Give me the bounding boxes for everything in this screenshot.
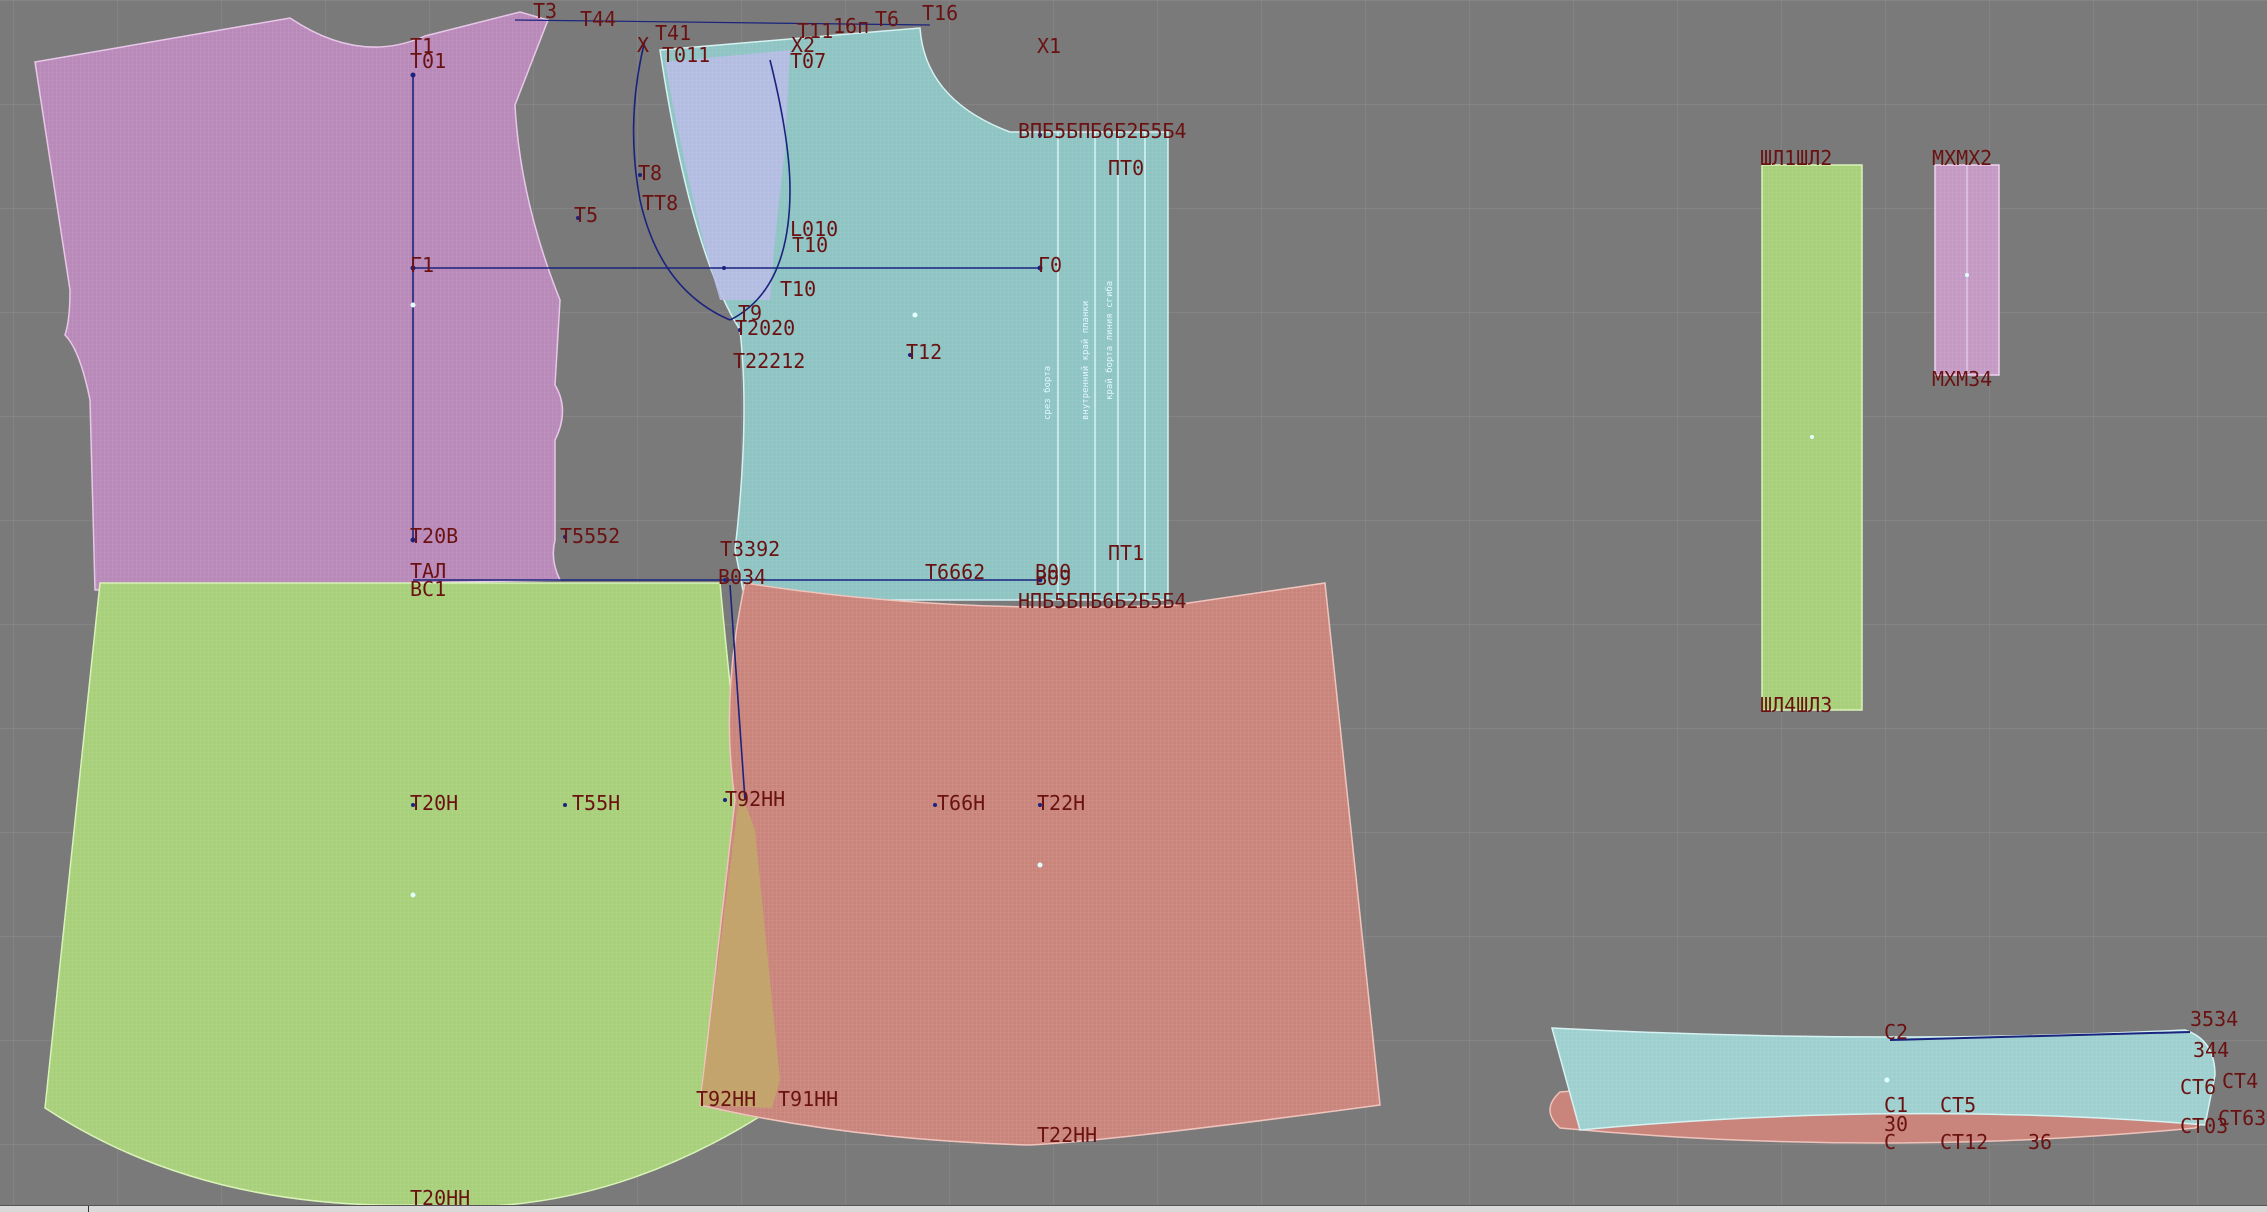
label-t91nn: T91HH <box>778 1087 838 1111</box>
label-t92nn: T92HH <box>696 1087 756 1111</box>
fold-line-note: край борта линия сгиба <box>1104 281 1115 400</box>
label-c: C <box>1884 1130 1896 1154</box>
label-t55n: T55H <box>572 791 620 815</box>
label-t07: T07 <box>790 49 826 73</box>
label-x1: X1 <box>1037 34 1061 58</box>
label-x-a: X <box>637 33 649 57</box>
label-t5: T5 <box>574 203 598 227</box>
label-ct12: CT12 <box>1940 1130 1988 1154</box>
label-t22n: T22H <box>1037 791 1085 815</box>
label-t8: T8 <box>638 161 662 185</box>
label-vs1: ВС1 <box>410 577 446 601</box>
label-c36: 36 <box>2028 1130 2052 1154</box>
label-vo9: ВО9 <box>1035 566 1071 590</box>
label-shl12: ШЛ1ШЛ2 <box>1760 146 1832 170</box>
label-t20n: T20H <box>410 791 458 815</box>
label-t3: T3 <box>533 0 557 23</box>
label-mx12: МХМХ2 <box>1932 146 1992 170</box>
label-c2: C2 <box>1884 1020 1908 1044</box>
label-t222: T22212 <box>733 349 805 373</box>
label-c3534: 3534 <box>2190 1007 2238 1031</box>
label-v0: В034 <box>718 565 766 589</box>
label-t66n: T66H <box>937 791 985 815</box>
label-ct4: CТ4 <box>2222 1069 2258 1093</box>
label-t20v: T20B <box>410 524 458 548</box>
label-t92n: T92HH <box>725 787 785 811</box>
label-t44: T44 <box>580 7 616 31</box>
label-16p: 16п <box>833 14 869 38</box>
label-t01: T01 <box>410 49 446 73</box>
label-ct03: CТ03 <box>2180 1114 2228 1138</box>
belt-loop-piece[interactable] <box>1761 164 1863 711</box>
label-mx34: МХМ34 <box>1932 367 1992 391</box>
label-ct5: CT5 <box>1940 1093 1976 1117</box>
label-t392: T3392 <box>720 537 780 561</box>
pattern-canvas[interactable]: срез борта внутренний край планки край б… <box>0 0 2267 1211</box>
label-t662: T6662 <box>925 560 985 584</box>
label-t6: T6 <box>875 7 899 31</box>
label-g1: Г1 <box>410 253 434 277</box>
placket-note: внутренний край планки <box>1081 301 1091 420</box>
label-np-cluster: НПБ5БПБ6Б2Б5Б4 <box>1018 589 1187 613</box>
label-pt1: ПТ1 <box>1108 541 1144 565</box>
bodice-edge-note: срез борта <box>1042 366 1053 420</box>
label-ct6: CТ6 <box>2180 1075 2216 1099</box>
label-t41: T41 <box>655 21 691 45</box>
label-t011: T011 <box>662 43 710 67</box>
label-vp-cluster: ВПБ5БПБ6Б2Б5Б4 <box>1018 119 1187 143</box>
label-c344: З44 <box>2193 1038 2229 1062</box>
label-tt8: ТТ8 <box>642 191 678 215</box>
back-bodice-piece[interactable] <box>34 11 564 591</box>
label-t20-cluster: T2020 <box>735 316 795 340</box>
label-t552: T5552 <box>560 524 620 548</box>
label-t12: T12 <box>906 340 942 364</box>
strap-piece[interactable] <box>1934 164 2000 376</box>
label-t10b: T10 <box>780 277 816 301</box>
label-g0: Г0 <box>1038 253 1062 277</box>
label-pt0: ПТ0 <box>1108 156 1144 180</box>
label-t16: T16 <box>922 1 958 25</box>
label-t22nn: T22HH <box>1037 1123 1097 1147</box>
label-t10: T10 <box>792 233 828 257</box>
label-shl43: ШЛ4ШЛ3 <box>1760 693 1832 717</box>
